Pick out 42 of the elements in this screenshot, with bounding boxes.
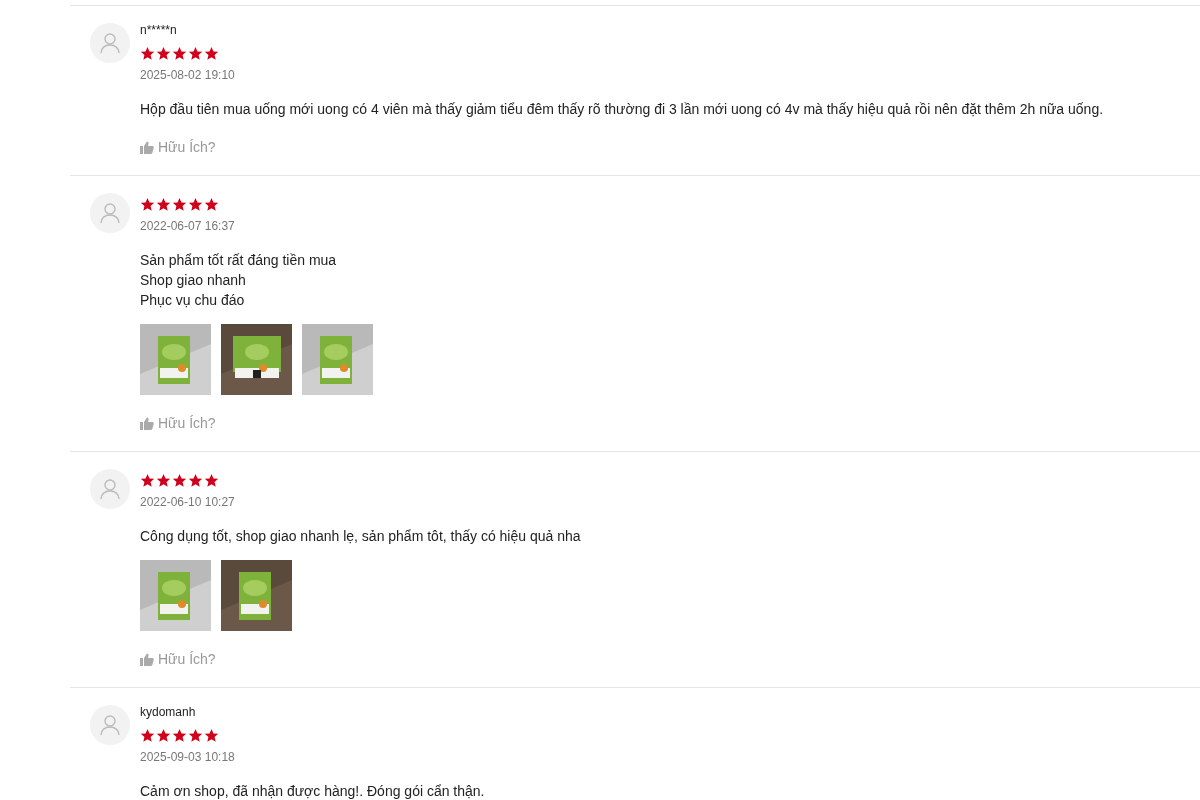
star-icon bbox=[140, 45, 155, 61]
reviewer-name: kydomanh bbox=[140, 704, 197, 720]
star-icon bbox=[156, 727, 171, 743]
review-text: Phục vụ chu đáo bbox=[140, 291, 246, 310]
star-icon bbox=[172, 196, 187, 212]
star-icon bbox=[204, 472, 219, 488]
star-icon bbox=[172, 727, 187, 743]
helpful-button[interactable]: Hữu Ích? bbox=[140, 137, 216, 157]
star-icon bbox=[140, 472, 155, 488]
user-icon bbox=[98, 201, 122, 225]
star-icon bbox=[156, 196, 171, 212]
user-icon bbox=[98, 477, 122, 501]
star-icon bbox=[204, 196, 219, 212]
user-icon bbox=[98, 31, 122, 55]
star-icon bbox=[140, 196, 155, 212]
review-text: Cảm ơn shop, đã nhận được hàng!. Đóng gói cẩn thận. bbox=[140, 782, 485, 800]
star-icon bbox=[156, 472, 171, 488]
star-icon bbox=[172, 472, 187, 488]
review-date: 2025-09-03 10:18 bbox=[140, 749, 236, 765]
review-text: Sản phẩm tốt rất đáng tiền mua bbox=[140, 251, 338, 270]
star-icon bbox=[188, 472, 203, 488]
helpful-button[interactable]: Hữu Ích? bbox=[140, 649, 216, 669]
star-icon bbox=[172, 45, 187, 61]
star-icon bbox=[204, 45, 219, 61]
user-icon bbox=[98, 713, 122, 737]
review-date: 2022-06-10 10:27 bbox=[140, 494, 236, 510]
star-icon bbox=[156, 45, 171, 61]
star-icon bbox=[204, 727, 219, 743]
star-icon bbox=[188, 727, 203, 743]
review-date: 2025-08-02 19:10 bbox=[140, 67, 236, 83]
review-date: 2022-06-07 16:37 bbox=[140, 218, 236, 234]
star-icon bbox=[188, 45, 203, 61]
star-icon bbox=[140, 727, 155, 743]
review-text: Công dụng tốt, shop giao nhanh lẹ, sản phẩm tôt, thấy có hiệu quả nha bbox=[140, 527, 581, 546]
thumbs-up-icon bbox=[140, 140, 154, 154]
thumbs-up-icon bbox=[140, 416, 154, 430]
helpful-button[interactable]: Hữu Ích? bbox=[140, 413, 216, 433]
star-icon bbox=[188, 196, 203, 212]
review-text: Shop giao nhanh bbox=[140, 271, 247, 290]
thumbs-up-icon bbox=[140, 652, 154, 666]
review-text: Hộp đầu tiên mua uống mới uong có 4 viên mà thấy giảm tiểu đêm thấy rõ thường đi 3 lần mới uong có 4v mà thấy hiệu quả rồi nên đặt thêm 2h nữa uống. bbox=[140, 100, 1104, 119]
reviewer-name: n*****n bbox=[140, 22, 178, 38]
